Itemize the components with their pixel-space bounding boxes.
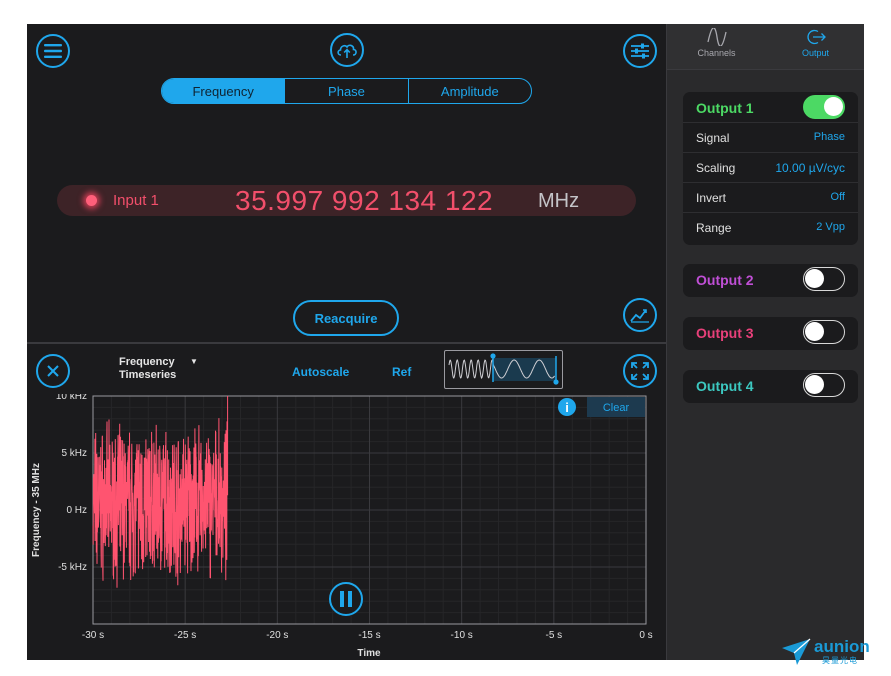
readout-panel: Frequency Phase Amplitude Input 1 35.997…	[27, 24, 666, 342]
scaling-value[interactable]: 10.00 µV/cyc	[775, 161, 845, 175]
autoscale-button[interactable]: Autoscale	[292, 365, 349, 379]
y-tick-label: 5 kHz	[61, 448, 87, 459]
x-tick-label: -10 s	[451, 630, 473, 641]
pause-button[interactable]	[329, 582, 363, 616]
frequency-timeseries-chart[interactable]: 10 kHz 5 kHz 0 Hz -5 kHz -30 s -25 s -20 s -15…	[27, 394, 666, 660]
tab-phase[interactable]: Phase	[284, 79, 407, 103]
sine-wave-icon	[706, 28, 727, 46]
input-label: Input 1	[113, 192, 159, 209]
output-1-invert-row: Invert Off	[683, 182, 858, 212]
x-tick-label: -25 s	[174, 630, 196, 641]
y-tick-label: 10 kHz	[56, 394, 87, 402]
output-1-card: Output 1 Signal Phase Scaling 10.00 µV/c…	[683, 92, 858, 245]
x-tick-label: -5 s	[545, 630, 562, 641]
y-tick-label: 0 Hz	[66, 505, 87, 516]
y-axis-label: Frequency - 35 MHz	[31, 463, 42, 557]
output-3-title: Output 3	[696, 325, 754, 341]
measurement-tabs: Frequency Phase Amplitude	[161, 78, 532, 104]
tab-frequency[interactable]: Frequency	[162, 79, 285, 103]
cloud-upload-icon	[337, 44, 357, 58]
range-label: Range	[696, 221, 732, 235]
plot-type-line1: Frequency	[119, 356, 175, 368]
logo-subtext: 昊量光电	[822, 656, 858, 665]
logo-text: aunion	[814, 637, 870, 656]
tab-output-label: Output	[801, 48, 830, 58]
output-1-range-row: Range 2 Vpp	[683, 212, 858, 242]
signal-value[interactable]: Phase	[814, 131, 845, 143]
cloud-upload-button[interactable]	[330, 33, 364, 67]
frequency-trace	[92, 396, 229, 588]
output-3-toggle[interactable]	[803, 320, 845, 344]
output-2-toggle[interactable]	[803, 267, 845, 291]
ref-button[interactable]: Ref	[392, 365, 411, 379]
plot-panel: Frequency Timeseries ▼ Autoscale Ref 10 …	[27, 344, 666, 660]
plot-type-line2: Timeseries	[119, 369, 177, 381]
output-1-toggle[interactable]	[803, 95, 845, 119]
y-tick-label: -5 kHz	[58, 562, 87, 573]
output-1-signal-row: Signal Phase	[683, 122, 858, 152]
range-value[interactable]: 2 Vpp	[816, 221, 845, 233]
info-button[interactable]: i	[558, 398, 576, 416]
invert-label: Invert	[696, 191, 727, 205]
output-1-title: Output 1	[696, 100, 754, 116]
input-status-led	[86, 195, 97, 206]
tab-output[interactable]: Output	[766, 24, 864, 70]
sidebar-tabs: Channels Output	[667, 24, 864, 70]
output-arrow-icon	[806, 29, 826, 45]
info-icon: i	[565, 400, 569, 415]
pause-icon	[340, 591, 344, 607]
output-3-card: Output 3	[683, 317, 858, 350]
trend-chart-icon	[630, 309, 649, 323]
watermark-logo: aunion 昊量光电	[781, 636, 881, 666]
output-1-scaling-row: Scaling 10.00 µV/cyc	[683, 152, 858, 182]
frequency-unit: MHz	[538, 190, 580, 212]
paper-plane-icon	[782, 638, 811, 665]
tab-channels-label: Channels	[697, 48, 736, 58]
clear-label: Clear	[603, 402, 630, 414]
dropdown-caret-icon: ▼	[190, 357, 198, 366]
output-2-title: Output 2	[696, 272, 754, 288]
app-window: Frequency Phase Amplitude Input 1 35.997…	[27, 24, 864, 660]
tab-amplitude[interactable]: Amplitude	[407, 79, 531, 103]
frequency-readout: Input 1 35.997 992 134 122 MHz	[57, 185, 636, 216]
output-4-toggle[interactable]	[803, 373, 845, 397]
scaling-label: Scaling	[696, 161, 736, 175]
sliders-icon	[631, 43, 649, 59]
menu-button[interactable]	[36, 34, 70, 68]
output-2-card: Output 2	[683, 264, 858, 297]
invert-value[interactable]: Off	[831, 191, 845, 203]
close-icon	[47, 365, 59, 377]
close-plot-button[interactable]	[36, 354, 70, 388]
x-tick-label: -20 s	[266, 630, 288, 641]
tab-channels[interactable]: Channels	[667, 24, 766, 70]
expand-icon	[631, 362, 649, 380]
x-tick-label: -30 s	[82, 630, 104, 641]
settings-sliders-button[interactable]	[623, 34, 657, 68]
signal-label: Signal	[696, 131, 730, 145]
frequency-value: 35.997 992 134 122	[235, 185, 494, 216]
x-tick-label: -15 s	[358, 630, 380, 641]
timeseries-overview[interactable]	[444, 350, 563, 389]
plot-type-selector[interactable]: Frequency Timeseries ▼	[119, 356, 198, 382]
x-axis-label: Time	[357, 648, 381, 659]
output-4-card: Output 4	[683, 370, 858, 403]
chart-toggle-button[interactable]	[623, 298, 657, 332]
clear-button[interactable]: Clear	[587, 397, 645, 417]
output-4-title: Output 4	[696, 378, 754, 394]
x-tick-label: 0 s	[639, 630, 652, 641]
hamburger-menu-icon	[44, 44, 62, 58]
reacquire-button[interactable]: Reacquire	[293, 300, 399, 336]
sidebar: Channels Output Output 1 Signal Phase Sc…	[666, 24, 864, 660]
fullscreen-button[interactable]	[623, 354, 657, 388]
